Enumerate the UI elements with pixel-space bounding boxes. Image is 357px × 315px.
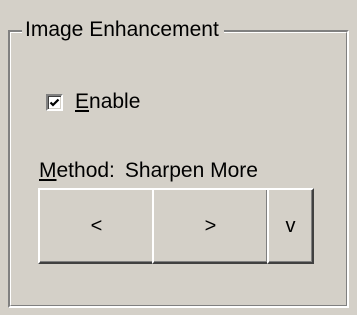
method-mnemonic: M — [39, 159, 57, 182]
method-label: Method: — [39, 159, 115, 182]
enable-label-rest: nable — [89, 90, 141, 113]
method-dropdown-label: v — [285, 214, 296, 237]
method-value: Sharpen More — [124, 159, 258, 182]
enable-option[interactable]: Enable — [46, 88, 140, 116]
group-title: Image Enhancement — [22, 16, 224, 44]
method-row: Method: Sharpen More — [39, 157, 258, 185]
method-dropdown-button[interactable]: v — [267, 188, 314, 264]
method-label-rest: ethod: — [56, 159, 115, 182]
next-method-label: > — [204, 214, 217, 237]
enable-label[interactable]: Enable — [75, 88, 140, 116]
previous-method-label: < — [90, 214, 103, 237]
enable-checkbox[interactable] — [46, 93, 63, 111]
checkmark-icon — [49, 98, 60, 107]
next-method-button[interactable]: > — [152, 188, 269, 264]
enable-mnemonic: E — [75, 90, 90, 113]
previous-method-button[interactable]: < — [38, 188, 155, 264]
